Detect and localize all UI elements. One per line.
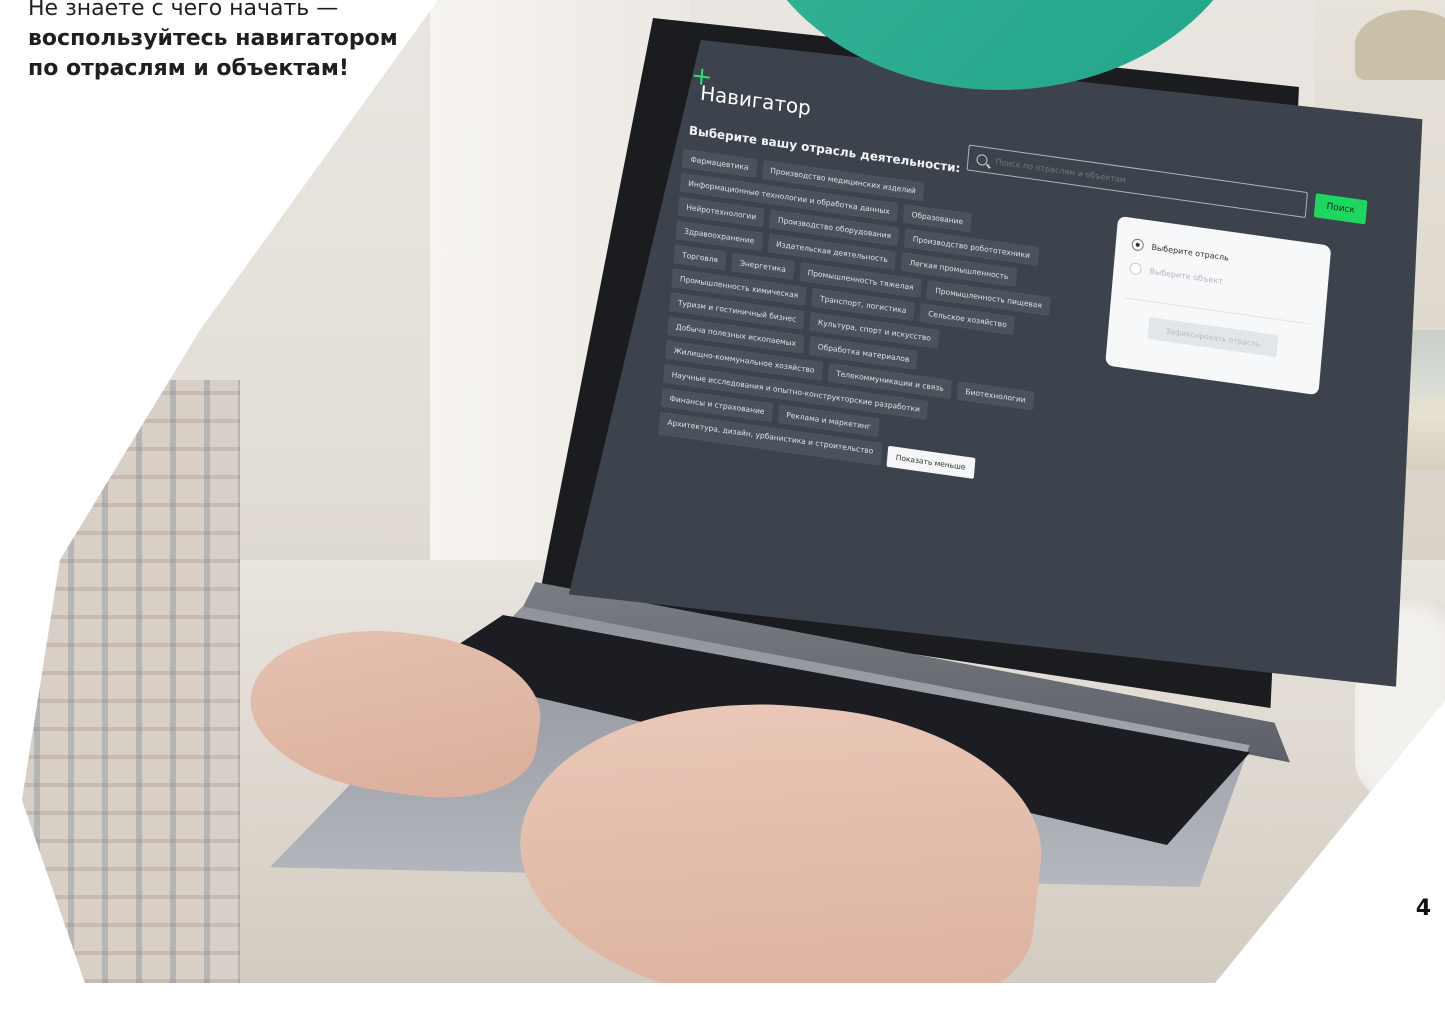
industry-chip[interactable]: Биотехнологии — [956, 380, 1035, 411]
industry-list: Фармацевтика Производство медицинских из… — [658, 148, 1060, 488]
plant-pot — [1355, 10, 1445, 80]
industry-chip[interactable]: Образование — [902, 203, 972, 233]
headline: Не знаете с чего начать — воспользуйтесь… — [28, 0, 488, 84]
radio-label: Выберите объект — [1149, 266, 1224, 286]
page-number: 4 — [1415, 896, 1431, 921]
industry-chip[interactable]: Торговля — [673, 244, 727, 271]
radio-industry[interactable]: Выберите отрасль — [1131, 238, 1229, 264]
radio-object[interactable]: Выберите объект — [1129, 261, 1224, 287]
industry-chip[interactable]: Энергетика — [731, 252, 795, 281]
selection-panel: Выберите отрасль Выберите объект Зафикси… — [1105, 215, 1332, 396]
search-icon — [976, 153, 989, 166]
radio-label: Выберите отрасль — [1151, 242, 1230, 263]
plaid-sleeve — [22, 380, 240, 983]
confirm-industry-button[interactable]: Зафиксировать отрасль — [1147, 317, 1279, 358]
headline-line-1: Не знаете с чего начать — — [28, 0, 339, 21]
radio-unselected-icon[interactable] — [1129, 261, 1143, 276]
navigator-app: Навигатор Поиск Выберите вашу отрасль де… — [608, 60, 1409, 687]
radio-selected-icon[interactable] — [1131, 238, 1145, 252]
headline-line-2: воспользуйтесь навигатором — [28, 26, 398, 51]
laptop-photo: Навигатор Поиск Выберите вашу отрасль де… — [22, 0, 1445, 983]
search-button[interactable]: Поиск — [1313, 193, 1368, 225]
app-title: Навигатор — [699, 80, 812, 121]
laptop-screen: Навигатор Поиск Выберите вашу отрасль де… — [568, 40, 1423, 687]
headline-line-3: по отраслям и объектам! — [28, 56, 349, 81]
show-less-button[interactable]: Показать меньше — [886, 445, 976, 479]
